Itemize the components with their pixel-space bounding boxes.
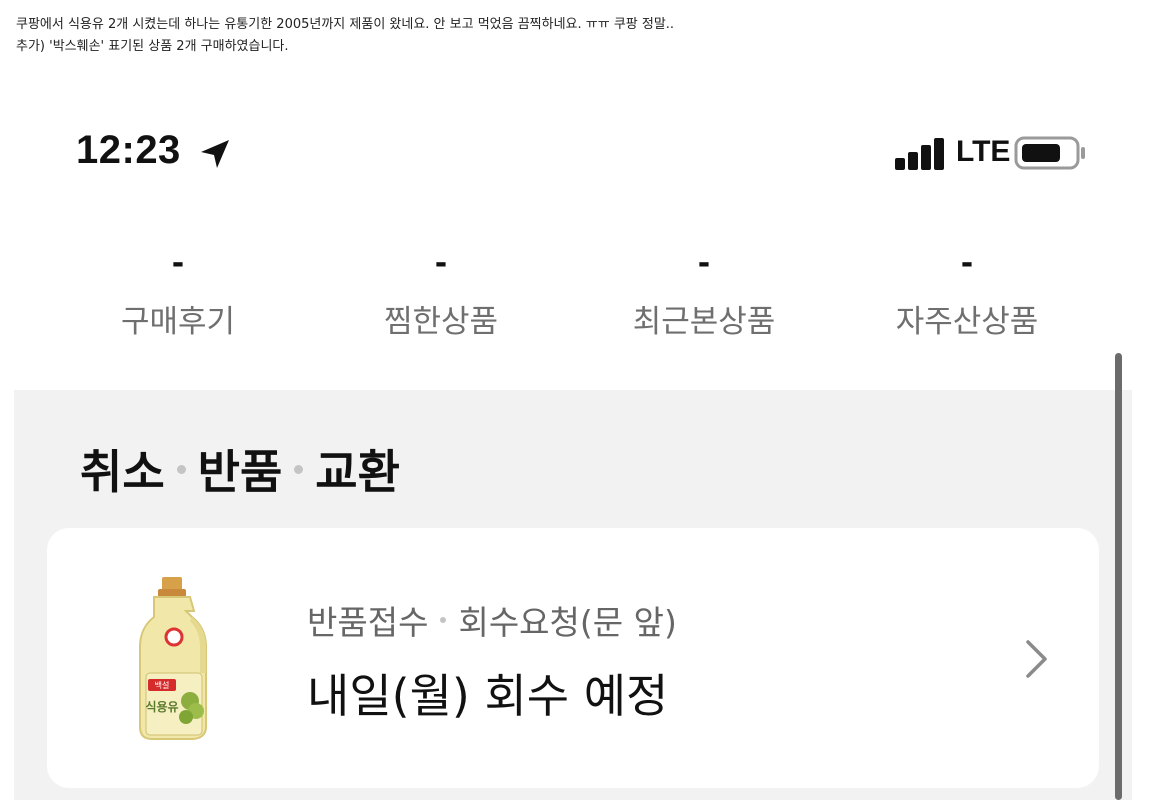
stat-value: - — [434, 246, 448, 281]
stat-label: 찜한상품 — [383, 304, 499, 340]
battery-icon — [1014, 136, 1085, 170]
title-return: 반품 — [197, 445, 283, 499]
separator-dot — [294, 464, 304, 474]
stat-reviews[interactable]: - 구매후기 — [78, 240, 278, 341]
section-title[interactable]: 취소 반품 교환 — [80, 436, 400, 502]
return-status: 반품접수 회수요청(문 앞) — [307, 596, 677, 644]
post-line-1: 쿠팡에서 식용유 2개 시켰는데 하나는 유통기한 2005년까지 제품이 왔네… — [16, 17, 675, 32]
title-cancel: 취소 — [80, 445, 165, 499]
scrollbar[interactable] — [1115, 353, 1122, 800]
pickup-schedule: 내일(월) 회수 예정 — [307, 669, 669, 723]
cooking-oil-product-image: 백설 식용유 — [139, 577, 207, 740]
product-label-text: 식용유 — [145, 699, 178, 714]
stat-frequently-bought[interactable]: - 자주산상품 — [867, 240, 1067, 341]
title-exchange: 교환 — [315, 445, 400, 499]
post-line-2: 추가) '박스훼손' 표기된 상품 2개 구매하였습니다. — [16, 39, 289, 54]
screenshot-page: 쿠팡에서 식용유 2개 시켰는데 하나는 유통기한 2005년까지 제품이 왔네… — [0, 0, 1150, 800]
network-label: LTE — [956, 135, 1011, 168]
chevron-right-icon[interactable] — [1024, 638, 1050, 680]
separator-dot — [176, 464, 186, 474]
stat-value: - — [171, 246, 185, 281]
status-time: 12:23 — [76, 128, 181, 172]
stat-wishlist[interactable]: - 찜한상품 — [341, 240, 541, 341]
stat-recently-viewed[interactable]: - 최근본상품 — [604, 240, 804, 341]
stat-label: 구매후기 — [120, 304, 236, 340]
location-arrow-icon — [201, 140, 229, 168]
status-pickup-request: 회수요청(문 앞) — [458, 603, 677, 642]
post-text: 쿠팡에서 식용유 2개 시켰는데 하나는 유통기한 2005년까지 제품이 왔네… — [16, 14, 674, 58]
stat-label: 자주산상품 — [895, 304, 1039, 340]
signal-icon — [895, 138, 944, 170]
separator-dot — [440, 617, 447, 623]
product-brand-text: 백설 — [155, 680, 170, 690]
status-return-received: 반품접수 — [307, 603, 429, 642]
stat-value: - — [697, 246, 711, 281]
stat-value: - — [960, 246, 974, 281]
stat-label: 최근본상품 — [632, 304, 776, 340]
